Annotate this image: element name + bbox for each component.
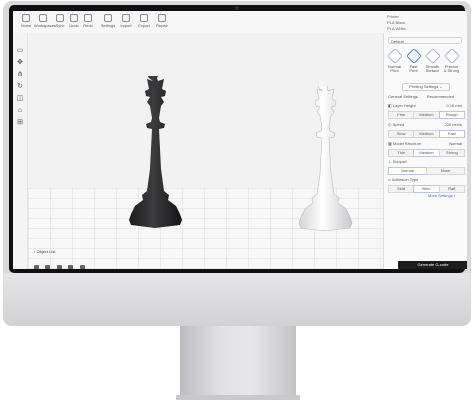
toolbar-import-button[interactable]: Import bbox=[117, 14, 135, 28]
gear-icon bbox=[104, 14, 112, 22]
precise-strong-icon bbox=[443, 48, 460, 64]
adhesion-raft[interactable]: Raft bbox=[438, 185, 465, 193]
export-icon bbox=[140, 14, 148, 22]
speed-section: ◴ Speed 200 mm/s Slow Medium Fast bbox=[388, 122, 465, 138]
speed-value: 200 mm/s bbox=[444, 122, 462, 127]
more-settings-link[interactable]: More Settings › bbox=[428, 193, 455, 198]
layer-height-fine[interactable]: Fine bbox=[388, 111, 415, 119]
left-tool-column: ▭ ✥ ⋔ ↻ ◫ ⌂ ⊞ bbox=[13, 33, 28, 269]
toolbar-settings-button[interactable]: Settings bbox=[99, 14, 117, 28]
preset-select[interactable]: Default bbox=[388, 37, 462, 44]
speed-fast[interactable]: Fast bbox=[438, 130, 465, 138]
chess-queen-white-model[interactable] bbox=[283, 86, 363, 246]
home-icon bbox=[22, 14, 30, 22]
layer-height-section: ◧ Layer Height 0.16 mm Fine Medium Rough bbox=[388, 103, 465, 119]
toolbar-repair-button[interactable]: Repair bbox=[153, 14, 171, 28]
layer-height-rough[interactable]: Rough bbox=[438, 111, 465, 119]
chevron-down-icon: ⌄ bbox=[439, 84, 443, 89]
speed-options: Slow Medium Fast bbox=[388, 130, 465, 138]
sync-icon bbox=[56, 14, 64, 22]
repair-icon bbox=[158, 14, 166, 22]
fast-print-icon bbox=[405, 48, 422, 64]
generate-gcode-button[interactable]: Generate G-code bbox=[398, 261, 467, 269]
structure-medium[interactable]: Medium bbox=[413, 149, 440, 157]
adhesion-brim[interactable]: Brim bbox=[413, 185, 440, 193]
tab-recommended[interactable]: Recommended bbox=[427, 94, 454, 99]
monitor-stand bbox=[180, 326, 296, 398]
model-structure-value: Normal bbox=[449, 141, 462, 146]
speed-slow[interactable]: Slow bbox=[388, 130, 415, 138]
toolbar-home-button[interactable]: Home bbox=[17, 14, 35, 28]
grid-icon[interactable] bbox=[79, 265, 85, 269]
printing-settings-dropdown[interactable]: Printing Settings ⌄ bbox=[402, 83, 450, 91]
undo-icon bbox=[70, 14, 78, 22]
printer-info[interactable]: Printer PLA Black PLA White bbox=[387, 14, 467, 32]
structure-thin[interactable]: Thin bbox=[388, 149, 415, 157]
mode-smooth-surface[interactable]: Smooth Surface bbox=[424, 48, 441, 73]
layer-height-value: 0.16 mm bbox=[446, 103, 462, 108]
camera-icon[interactable] bbox=[68, 265, 74, 269]
imac-monitor: Home Workspaces Sync Undo Redo Settings bbox=[3, 1, 471, 326]
structure-strong[interactable]: Strong bbox=[438, 149, 465, 157]
toolbar-workspaces-button[interactable]: Workspaces bbox=[34, 14, 56, 28]
print-settings-panel: Default Normal Print Fast Print Smooth S… bbox=[383, 33, 467, 269]
view-cube-icon[interactable] bbox=[34, 265, 39, 269]
adhesion-section: ▱ Adhesion Type Skirt Brim Raft bbox=[388, 177, 465, 193]
normal-print-icon bbox=[386, 48, 403, 64]
chess-queen-black-model[interactable] bbox=[113, 76, 193, 246]
model-structure-options: Thin Medium Strong bbox=[388, 149, 465, 157]
workspace-icon bbox=[39, 14, 47, 22]
layers-icon[interactable] bbox=[45, 265, 51, 269]
slicer-app-screen: Home Workspaces Sync Undo Redo Settings bbox=[13, 11, 467, 269]
top-toolbar: Home Workspaces Sync Undo Redo Settings bbox=[13, 11, 467, 34]
move-icon[interactable]: ✥ bbox=[16, 59, 24, 66]
model-structure-section: ▦ Model Structure Normal Thin Medium Str… bbox=[388, 141, 465, 157]
rotate-icon[interactable]: ↻ bbox=[16, 83, 24, 90]
support-none[interactable]: None bbox=[426, 167, 465, 175]
cut-icon[interactable]: ⊞ bbox=[16, 119, 24, 126]
redo-icon bbox=[84, 14, 92, 22]
scale-icon[interactable]: ⋔ bbox=[16, 71, 24, 78]
monitor-stand-base bbox=[176, 395, 300, 400]
mode-precise-strong[interactable]: Precise & Strong bbox=[443, 48, 460, 73]
visibility-icon[interactable] bbox=[56, 265, 62, 269]
support-section: ⊥ Support Normal None bbox=[388, 159, 465, 175]
tab-general-settings[interactable]: General Settings bbox=[388, 94, 418, 99]
3d-viewport[interactable]: › Object List bbox=[28, 33, 383, 269]
support-icon[interactable]: ⌂ bbox=[16, 107, 24, 114]
camera-dot bbox=[235, 6, 239, 10]
toolbar-redo-button[interactable]: Redo bbox=[79, 14, 97, 28]
smooth-surface-icon bbox=[424, 48, 441, 64]
mode-normal-print[interactable]: Normal Print bbox=[386, 48, 403, 73]
monitor-chin bbox=[3, 273, 471, 326]
settings-tabs: General Settings Recommended bbox=[388, 94, 464, 99]
layer-height-medium[interactable]: Medium bbox=[413, 111, 440, 119]
adhesion-options: Skirt Brim Raft bbox=[388, 185, 465, 193]
support-normal[interactable]: Normal bbox=[388, 167, 427, 175]
toolbar-export-button[interactable]: Export bbox=[135, 14, 153, 28]
support-options: Normal None bbox=[388, 167, 465, 175]
layer-height-options: Fine Medium Rough bbox=[388, 111, 465, 119]
adhesion-skirt[interactable]: Skirt bbox=[388, 185, 415, 193]
object-list-toggle[interactable]: › Object List bbox=[34, 249, 55, 254]
mode-fast-print[interactable]: Fast Print bbox=[405, 48, 422, 73]
mirror-icon[interactable]: ◫ bbox=[16, 95, 24, 102]
speed-medium[interactable]: Medium bbox=[413, 130, 440, 138]
chevron-right-icon: › bbox=[453, 193, 456, 198]
folder-icon[interactable]: ▭ bbox=[16, 47, 24, 54]
import-icon bbox=[122, 14, 130, 22]
view-controls bbox=[34, 257, 87, 269]
